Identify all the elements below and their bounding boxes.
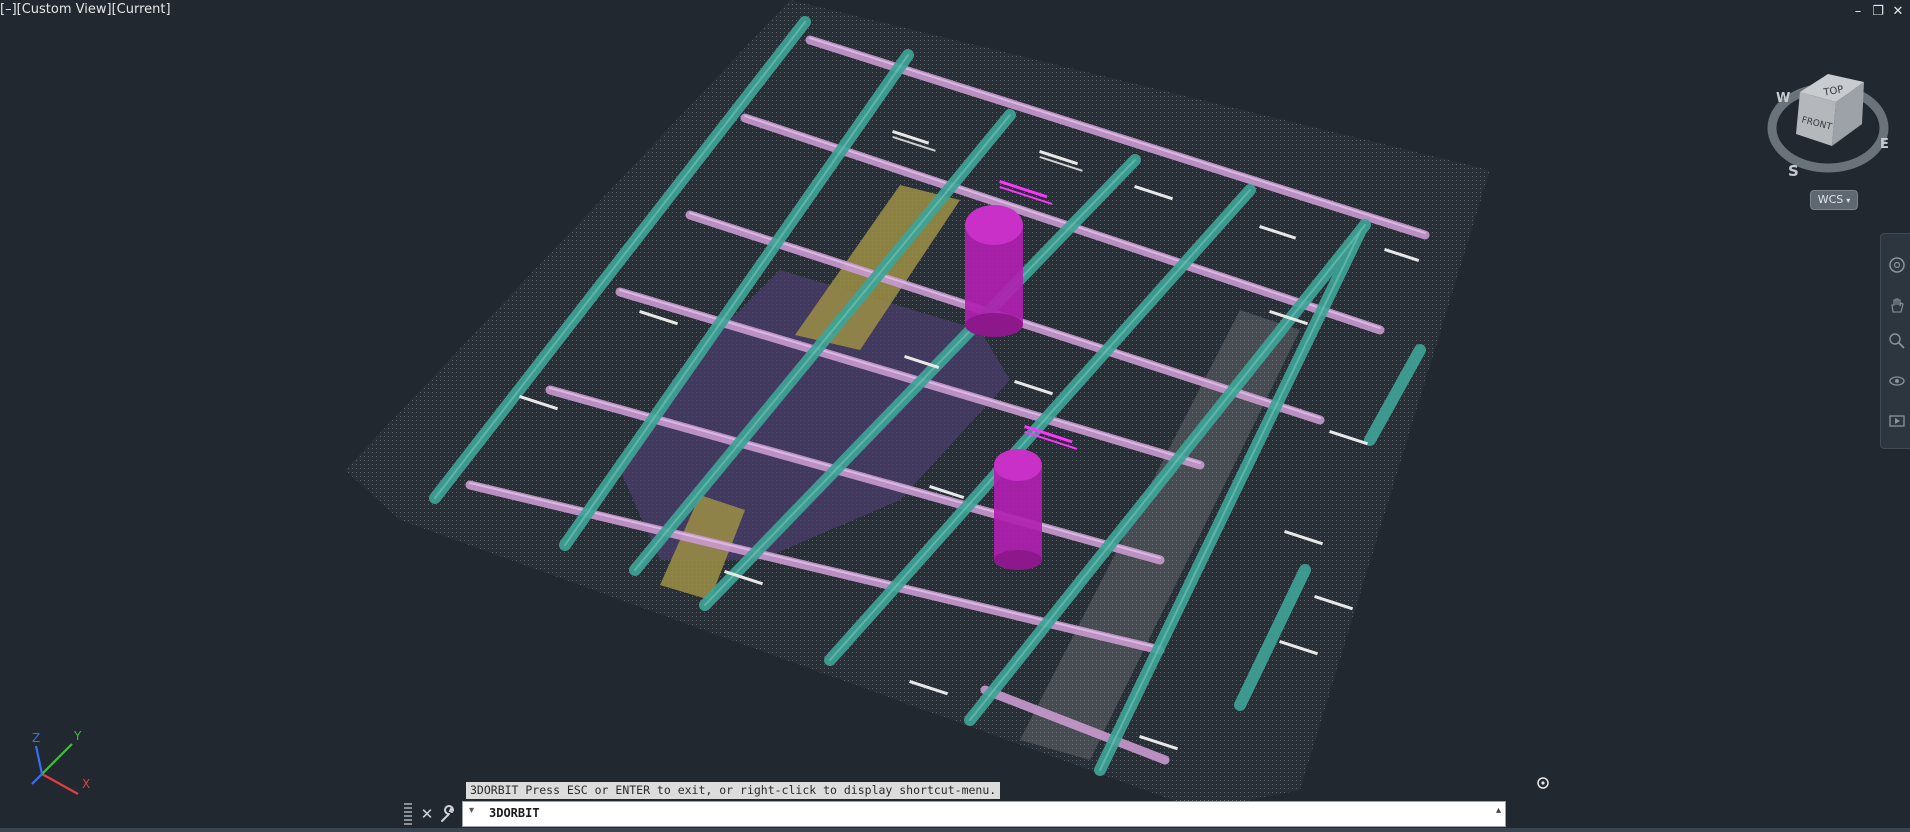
command-history-line: 3DORBIT Press ESC or ENTER to exit, or r… bbox=[466, 782, 1001, 799]
ucs-menu-button[interactable]: WCS ▾ bbox=[1810, 190, 1858, 210]
orbit-icon[interactable] bbox=[1888, 372, 1906, 390]
viewport-controls-label[interactable]: [–][Custom View][Current] bbox=[0, 2, 171, 17]
command-line-bar: ✕ ▾ 3DORBIT ▴ bbox=[404, 801, 1506, 828]
status-bar-edge bbox=[0, 828, 1910, 832]
steering-wheel-icon[interactable] bbox=[1888, 256, 1906, 274]
zoom-icon[interactable] bbox=[1888, 332, 1906, 350]
compass-south-label[interactable]: S bbox=[1788, 162, 1799, 180]
drag-handle-icon[interactable] bbox=[404, 803, 412, 825]
orbit-cursor-icon bbox=[1537, 777, 1549, 789]
viewcube-compass-ring[interactable]: TOP FRONT W E S bbox=[1766, 60, 1896, 190]
magenta-cylinder bbox=[965, 205, 1023, 337]
close-command-line-icon[interactable]: ✕ bbox=[418, 803, 436, 825]
expand-history-icon[interactable]: ▴ bbox=[1496, 805, 1501, 816]
recent-commands-icon[interactable]: ▾ bbox=[469, 805, 474, 816]
3d-model-scene[interactable] bbox=[0, 0, 1910, 832]
command-input-value[interactable]: 3DORBIT bbox=[489, 806, 540, 820]
showmotion-icon[interactable] bbox=[1888, 412, 1906, 430]
ucs-x-label: X bbox=[82, 777, 90, 791]
ucs-icon: X Y Z bbox=[20, 722, 100, 802]
restore-icon[interactable]: ❐ bbox=[1870, 4, 1886, 20]
close-icon[interactable]: ✕ bbox=[1890, 4, 1906, 20]
ucs-y-label: Y bbox=[73, 729, 82, 743]
model-viewport[interactable]: [–][Custom View][Current] – ❐ ✕ TOP FRON… bbox=[0, 0, 1910, 832]
chevron-down-icon: ▾ bbox=[1846, 196, 1851, 205]
magenta-cylinder bbox=[994, 449, 1042, 570]
ucs-menu-label: WCS bbox=[1817, 193, 1844, 206]
navigation-bar bbox=[1880, 233, 1910, 449]
minimize-icon[interactable]: – bbox=[1850, 4, 1866, 20]
ucs-z-label: Z bbox=[32, 731, 40, 745]
pan-hand-icon[interactable] bbox=[1888, 296, 1906, 314]
customize-wrench-icon[interactable] bbox=[438, 803, 458, 825]
compass-east-label[interactable]: E bbox=[1880, 137, 1889, 152]
command-input-field[interactable]: ▾ 3DORBIT ▴ bbox=[462, 801, 1506, 827]
viewcube[interactable]: TOP FRONT W E S bbox=[1766, 60, 1896, 200]
compass-west-label[interactable]: W bbox=[1776, 91, 1790, 106]
